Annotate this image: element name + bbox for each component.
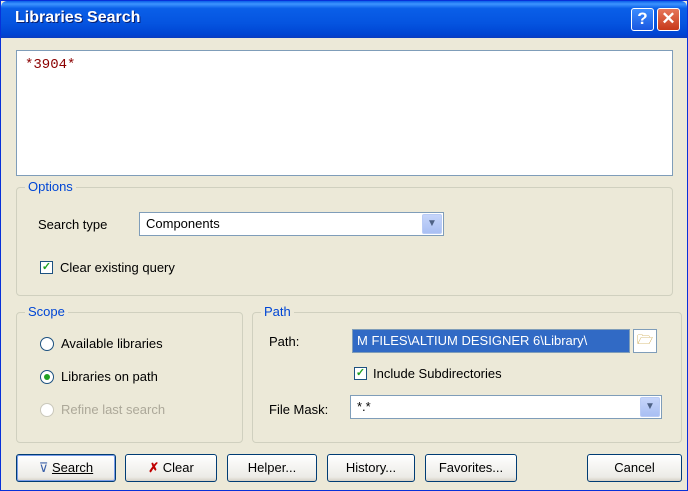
clear-query-checkbox[interactable]: ✓ [40,261,53,274]
path-label: Path: [269,334,300,349]
history-button[interactable]: History... [327,454,415,482]
helper-button[interactable]: Helper... [227,454,317,482]
options-group: Options [16,179,673,296]
radio-libraries-on-path[interactable] [40,370,54,384]
search-type-select[interactable]: Components ▼ [139,212,444,236]
history-button-label: History... [345,460,397,475]
favorites-button-label: Favorites... [438,460,504,475]
radio-refine-last-search [40,403,54,417]
helper-button-label: Helper... [247,460,297,475]
close-button[interactable]: ✕ [657,8,680,31]
file-mask-select[interactable]: *.* ▼ [350,395,662,419]
path-input[interactable]: M FILES\ALTIUM DESIGNER 6\Library\ [352,329,630,353]
close-icon: ✕ [661,9,676,28]
title-bar[interactable]: Libraries Search ? ✕ [1,1,687,38]
options-legend: Options [25,179,76,194]
radio-refine-last-search-label: Refine last search [61,402,166,417]
search-type-value: Components [146,216,220,231]
folder-icon: 🗁 [636,332,654,347]
include-subdirectories-checkbox[interactable]: ✓ [354,367,367,380]
chevron-down-icon[interactable]: ▼ [640,397,660,417]
favorites-button[interactable]: Favorites... [425,454,517,482]
query-editor[interactable]: *3904* [16,50,673,176]
file-mask-label: File Mask: [269,402,329,417]
radio-available-libraries[interactable] [40,337,54,351]
search-button[interactable]: ⊽ Search [16,454,116,482]
cancel-button-label: Cancel [614,460,655,475]
path-legend: Path [261,304,294,319]
radio-libraries-on-path-label: Libraries on path [61,369,158,384]
window-title: Libraries Search [15,9,141,26]
search-button-label: Search [51,460,94,475]
search-type-label: Search type [38,217,108,232]
scope-legend: Scope [25,304,68,319]
clear-query-label: Clear existing query [60,260,175,275]
cancel-button[interactable]: Cancel [587,454,682,482]
help-button[interactable]: ? [631,8,654,31]
filter-icon: ⊽ [38,460,49,475]
radio-available-libraries-label: Available libraries [61,336,163,351]
chevron-down-icon[interactable]: ▼ [422,214,442,234]
help-icon: ? [637,9,648,28]
clear-button-label: Clear [162,460,194,475]
file-mask-value: *.* [357,399,371,414]
include-subdirectories-label: Include Subdirectories [373,366,502,381]
clear-button[interactable]: ✗ Clear [125,454,217,482]
browse-folder-button[interactable]: 🗁 [633,329,657,353]
libraries-search-dialog: Libraries Search ? ✕ *3904* Options Sear… [0,0,688,491]
clear-filter-icon: ✗ [148,460,160,475]
